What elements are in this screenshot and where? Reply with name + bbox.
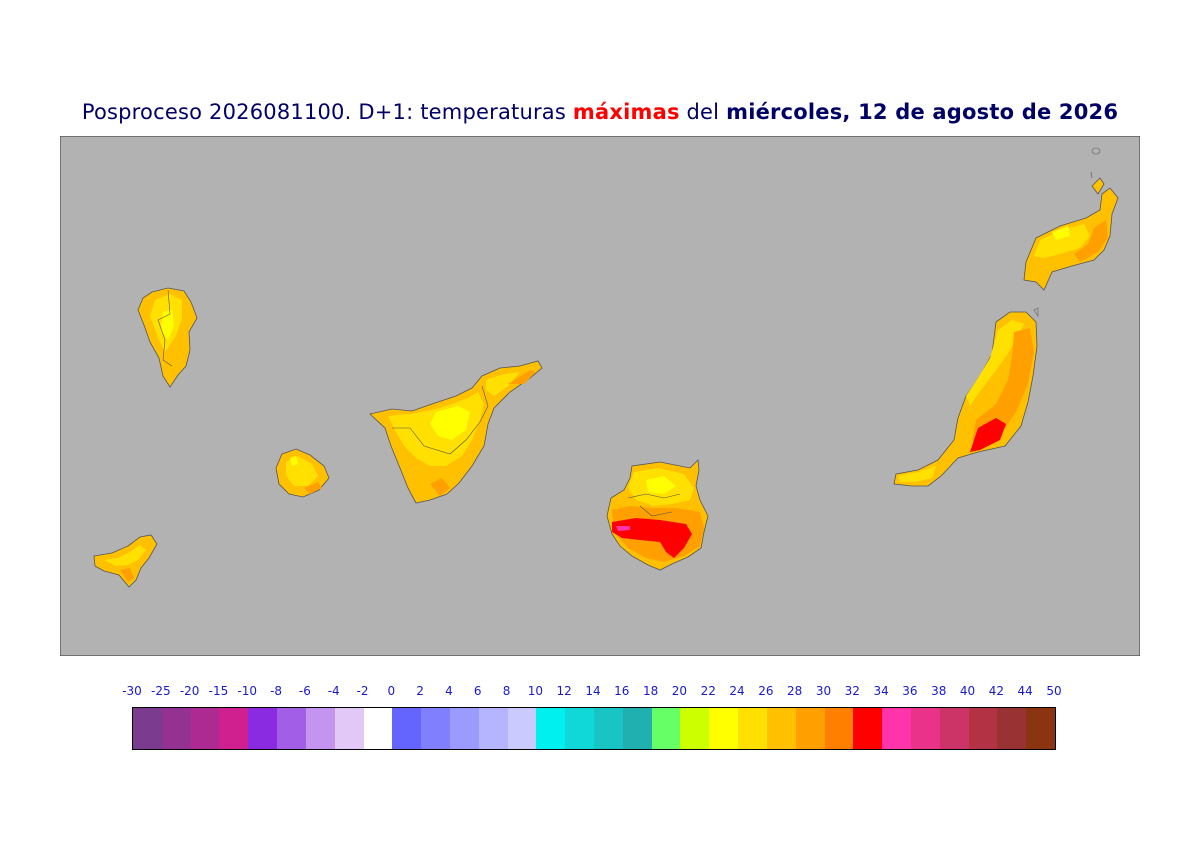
title-prefix: Posproceso 2026081100. D+1: temperaturas <box>81 100 566 124</box>
legend-tick-labels: -30 -25 -20 -15 -10 -8 -6 -4 -2 0 2 4 6 8 10 12 14 16 18 20… <box>0 684 1200 700</box>
legend-swatch <box>421 708 450 749</box>
legend-swatch <box>363 708 393 749</box>
legend-swatch <box>795 708 825 749</box>
legend-swatch <box>968 708 998 749</box>
legend-tick-label: 36 <box>902 684 918 698</box>
legend-tick-label: 50 <box>1046 684 1062 698</box>
legend-tick-label: 12 <box>556 684 572 698</box>
legend-tick-label: 10 <box>527 684 544 698</box>
legend-tick-label: 18 <box>642 684 659 698</box>
legend-tick-label: -6 <box>298 684 311 698</box>
legend-tick-label: 20 <box>671 684 688 698</box>
legend-tick-label: 6 <box>473 684 482 698</box>
legend-tick-label: 14 <box>585 684 601 698</box>
temperature-legend-colorbar <box>132 707 1056 750</box>
legend-swatch <box>939 708 969 749</box>
map-title: Posproceso 2026081100. D+1: temperaturas… <box>0 100 1200 124</box>
legend-swatch <box>709 708 739 749</box>
legend-tick-label: 42 <box>988 684 1005 698</box>
legend-swatch <box>507 708 537 749</box>
legend-tick-label: 24 <box>729 684 745 698</box>
legend-swatch <box>853 708 883 749</box>
legend-tick-label: 30 <box>815 684 832 698</box>
legend-swatch <box>997 708 1027 749</box>
legend-tick-label: -30 <box>122 684 142 698</box>
title-connector: del <box>686 100 720 124</box>
legend-swatch <box>910 708 940 749</box>
legend-tick-label: 40 <box>959 684 976 698</box>
legend-swatch <box>651 708 681 749</box>
legend-tick-label: -8 <box>270 684 283 698</box>
legend-swatch <box>565 708 594 749</box>
legend-swatch <box>536 708 566 749</box>
legend-tick-label: 16 <box>614 684 630 698</box>
legend-swatch <box>478 708 508 749</box>
temperature-map <box>60 136 1140 656</box>
legend-swatch <box>824 708 854 749</box>
legend-tick-label: -20 <box>179 684 200 698</box>
legend-tick-label: -4 <box>327 684 340 698</box>
legend-tick-label: 8 <box>502 684 511 698</box>
legend-swatch <box>449 708 479 749</box>
legend-swatch <box>277 708 306 749</box>
legend-swatch <box>190 708 220 749</box>
legend-swatch <box>161 708 191 749</box>
legend-tick-label: 0 <box>387 684 396 698</box>
legend-tick-label: 32 <box>844 684 860 698</box>
legend-tick-label: 44 <box>1017 684 1033 698</box>
legend-swatch <box>680 708 710 749</box>
legend-tick-label: 38 <box>931 684 947 698</box>
legend-swatch <box>305 708 335 749</box>
legend-swatch <box>622 708 652 749</box>
legend-tick-label: 22 <box>700 684 716 698</box>
legend-tick-label: -10 <box>237 684 258 698</box>
legend-tick-label: 28 <box>787 684 803 698</box>
legend-swatch <box>882 708 911 749</box>
legend-tick-label: 4 <box>445 684 453 698</box>
legend-tick-label: -2 <box>356 684 369 698</box>
legend-swatch <box>594 708 623 749</box>
legend-swatch <box>219 708 249 749</box>
legend-swatch <box>248 708 278 749</box>
legend-tick-label: 2 <box>416 684 424 698</box>
legend-swatch <box>334 708 364 749</box>
legend-swatch <box>392 708 422 749</box>
legend-swatch <box>1026 708 1055 749</box>
legend-tick-label: -15 <box>208 684 229 698</box>
title-date: miércoles, 12 de agosto de 2026 <box>726 100 1119 124</box>
legend-swatch <box>766 708 796 749</box>
legend-tick-label: 34 <box>873 684 889 698</box>
legend-tick-label: 26 <box>758 684 774 698</box>
title-highlight: máximas <box>572 100 680 124</box>
legend-tick-label: -25 <box>151 684 171 698</box>
legend-swatch <box>738 708 767 749</box>
legend-swatch <box>133 708 162 749</box>
